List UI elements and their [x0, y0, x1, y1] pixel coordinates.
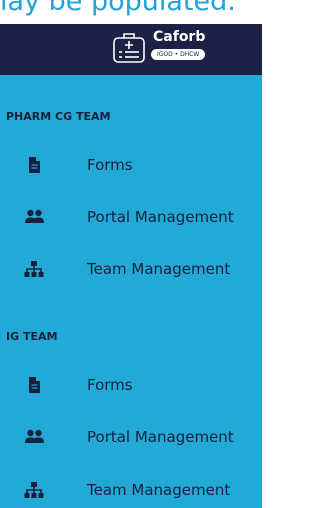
sidebar-item-label: Team Management — [87, 481, 231, 499]
sidebar: Caforb IGOD • DHCW PHARM CG TEAM Forms P… — [0, 24, 262, 508]
sidebar-item-portal-management[interactable]: Portal Management — [0, 200, 262, 234]
sidebar-item-label: Team Management — [87, 260, 231, 278]
sidebar-header: Caforb IGOD • DHCW — [0, 24, 262, 75]
sidebar-item-portal-management[interactable]: Portal Management — [0, 420, 262, 454]
document-icon — [29, 157, 40, 173]
sitemap-icon — [24, 482, 44, 498]
document-icon — [29, 377, 40, 393]
section-title-ig-team: IG TEAM — [6, 330, 58, 343]
sidebar-item-team-management[interactable]: Team Management — [0, 252, 262, 286]
sitemap-icon — [24, 261, 44, 277]
clipboard-list-icon — [113, 33, 145, 63]
sidebar-item-team-management[interactable]: Team Management — [0, 473, 262, 507]
section-title-pharm-cg-team: PHARM CG TEAM — [6, 110, 111, 123]
sidebar-item-label: Portal Management — [87, 428, 234, 446]
users-icon — [25, 429, 44, 443]
app-name: Caforb — [153, 29, 206, 45]
background-page-strip: lay be populated. — [0, 0, 271, 24]
background-page-text: lay be populated. — [0, 0, 236, 17]
sidebar-item-label: Forms — [87, 376, 133, 394]
sidebar-item-forms[interactable]: Forms — [0, 368, 262, 402]
sidebar-item-forms[interactable]: Forms — [0, 148, 262, 182]
app-tagline: IGOD • DHCW — [151, 49, 206, 60]
sidebar-item-label: Portal Management — [87, 208, 234, 226]
sidebar-item-label: Forms — [87, 156, 133, 174]
users-icon — [25, 209, 44, 223]
